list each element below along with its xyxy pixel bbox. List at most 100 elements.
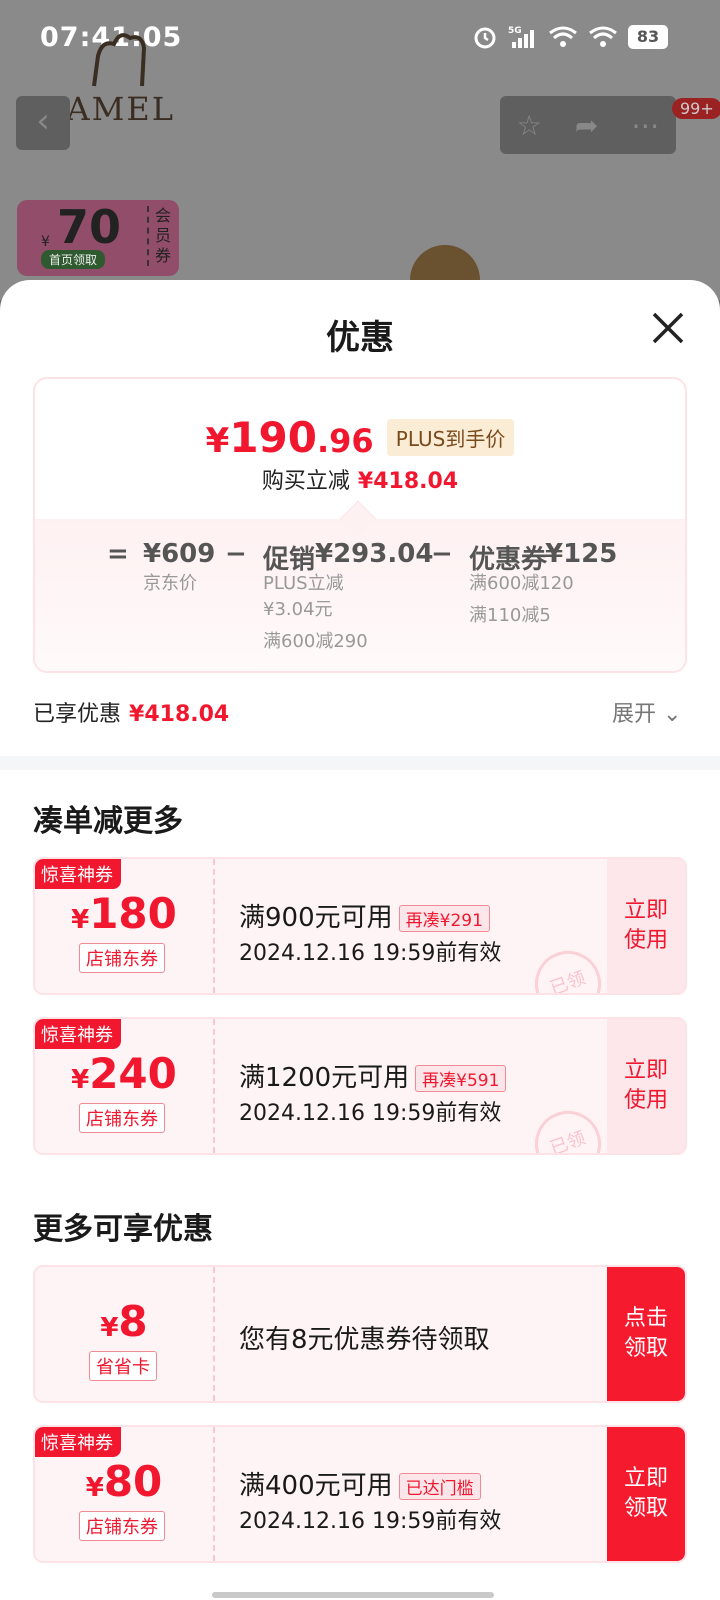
coupon-line-1: 满600减120 <box>469 573 574 594</box>
coupon-amount: ¥8 <box>35 1297 213 1346</box>
share-icon[interactable]: ➦ <box>575 109 598 142</box>
coupon-amount: ¥80 <box>35 1457 213 1506</box>
reduce-row: 购买立减 ¥418.04 <box>35 463 685 495</box>
member-coupon-banner[interactable]: ¥ 70 首页领取 会员券 <box>17 200 179 276</box>
member-coupon-tag: 首页领取 <box>41 250 106 269</box>
jd-price: ¥609 <box>143 539 216 569</box>
coupon-perforation <box>213 859 215 993</box>
price-summary: ¥190.96 PLUS到手价 购买立减 ¥418.04 <box>35 379 685 519</box>
coupon-threshold-pill: 已达门槛 <box>398 1473 481 1500</box>
coupon-flag: 惊喜神券 <box>35 1019 121 1049</box>
final-price-row: ¥190.96 PLUS到手价 <box>35 413 685 462</box>
favorite-star-icon[interactable]: ☆ <box>517 109 542 142</box>
coupon-condition: 满900元可用 再凑¥291 <box>239 897 490 934</box>
expand-label: 展开 <box>612 702 657 727</box>
alarm-icon <box>474 27 496 49</box>
plus-price-tag: PLUS到手价 <box>386 419 515 456</box>
coupon-amount: ¥125 <box>545 539 618 569</box>
use-now-button[interactable]: 立即使用 <box>607 859 685 993</box>
chevron-left-icon: ‹ <box>36 101 50 141</box>
member-coupon-side-label: 会员券 <box>147 206 171 266</box>
cart-badge: 99+ <box>672 98 720 119</box>
close-icon[interactable] <box>648 308 688 348</box>
coupon-type: 店铺东券 <box>79 943 165 973</box>
coupon-yen: ¥ <box>71 905 90 935</box>
price-breakdown-card: ¥190.96 PLUS到手价 购买立减 ¥418.04 = ¥609 京东价 −… <box>33 377 687 673</box>
battery-indicator: 83 <box>628 25 668 49</box>
coupon-perforation <box>213 1267 215 1401</box>
coupon-condition: 满1200元可用 再凑¥591 <box>239 1057 507 1094</box>
coupon-card: ¥8 省省卡 您有8元优惠券待领取 点击领取 <box>33 1265 687 1403</box>
coupon-card: ¥240 店铺东券 惊喜神券 满1200元可用 再凑¥591 2024.12.16… <box>33 1017 687 1155</box>
coupon-perforation <box>213 1019 215 1153</box>
back-button[interactable]: ‹ <box>16 96 70 150</box>
coupon-line-2: 满110减5 <box>469 605 551 626</box>
promo-line-3: 满600减290 <box>263 631 368 652</box>
coupon-validity: 2024.12.16 19:59前有效 <box>239 1101 502 1126</box>
enjoyed-discount: 已享优惠 ¥418.04 <box>33 696 229 728</box>
coupon-yen: ¥ <box>85 1473 104 1503</box>
coupon-type: 店铺东券 <box>79 1103 165 1133</box>
coupon-condition: 您有8元优惠券待领取 <box>239 1325 490 1355</box>
top-action-bar: ☆ ➦ ⋯ <box>500 96 676 154</box>
coupon-amount: ¥180 <box>35 889 213 938</box>
equals-sign: = <box>107 539 129 569</box>
expand-button[interactable]: 展开 ⌄ <box>612 696 681 728</box>
more-icon[interactable]: ⋯ <box>631 109 659 142</box>
coupon-gap-pill: 再凑¥291 <box>398 905 490 932</box>
coupon-validity: 2024.12.16 19:59前有效 <box>239 941 502 966</box>
promo-amount: ¥293.04 <box>315 539 434 569</box>
use-now-button[interactable]: 立即使用 <box>607 1019 685 1153</box>
final-price-dec: .96 <box>317 422 374 460</box>
coupon-type: 店铺东券 <box>79 1511 165 1541</box>
home-indicator[interactable] <box>212 1592 494 1598</box>
coupon-gap-pill: 再凑¥591 <box>415 1065 507 1092</box>
coupon-value: 180 <box>89 889 177 938</box>
use-now-label: 立即使用 <box>623 1058 668 1113</box>
coupon-perforation <box>213 1427 215 1561</box>
coupon-flag: 惊喜神券 <box>35 859 121 889</box>
member-coupon-amount: 70 <box>57 200 122 254</box>
coupon-value: 8 <box>118 1297 148 1346</box>
coupon-type: 省省卡 <box>89 1351 157 1381</box>
final-price: ¥190.96 <box>206 413 374 462</box>
use-now-label: 立即使用 <box>623 898 668 953</box>
claim-label: 点击领取 <box>623 1306 668 1361</box>
coupon-yen: ¥ <box>100 1313 119 1343</box>
coupon-card: ¥80 店铺东券 惊喜神券 满400元可用 已达门槛 2024.12.16 19:… <box>33 1425 687 1563</box>
chevron-down-icon: ⌄ <box>663 702 682 727</box>
coupon-yen: ¥ <box>71 1065 90 1095</box>
jd-price-label: 京东价 <box>143 573 197 594</box>
claimed-stamp: 已领 <box>525 1101 611 1153</box>
price-calculation: = ¥609 京东价 − 促销 ¥293.04 PLUS立减 ¥3.04元 满6… <box>35 500 685 671</box>
claim-button[interactable]: 点击领取 <box>607 1267 685 1401</box>
coupon-validity: 2024.12.16 19:59前有效 <box>239 1509 502 1534</box>
cellular-signal-icon: 5G <box>508 26 534 48</box>
sheet-title: 优惠 <box>326 318 394 358</box>
coupon-value: 80 <box>103 1457 163 1506</box>
discount-sheet: 优惠 ¥190.96 PLUS到手价 购买立减 ¥418.04 = ¥609 京东… <box>0 280 720 1600</box>
svg-text:5G: 5G <box>508 26 522 36</box>
coupon-flag: 惊喜神券 <box>35 1427 121 1457</box>
camel-logo-icon <box>92 33 147 87</box>
section-title-more-savings: 凑单减更多 <box>33 804 183 839</box>
reduce-amount: ¥418.04 <box>357 469 459 494</box>
enjoyed-amount: ¥418.04 <box>129 702 230 727</box>
section-title-more-offers: 更多可享优惠 <box>33 1212 213 1247</box>
claimed-stamp: 已领 <box>525 941 611 993</box>
promo-line-2: ¥3.04元 <box>263 599 333 620</box>
coupon-condition-text: 满400元可用 <box>239 1471 393 1501</box>
minus-sign-2: − <box>431 539 453 569</box>
coupon-value: 240 <box>89 1049 177 1098</box>
coupon-condition-text: 满1200元可用 <box>239 1063 410 1093</box>
coupon-card: ¥180 店铺东券 惊喜神券 满900元可用 再凑¥291 2024.12.16 … <box>33 857 687 995</box>
claim-button[interactable]: 立即领取 <box>607 1427 685 1561</box>
member-coupon-yen: ¥ <box>41 234 50 250</box>
final-price-yen: ¥ <box>205 421 230 461</box>
coupon-amount: ¥240 <box>35 1049 213 1098</box>
coupon-condition-text: 满900元可用 <box>239 903 393 933</box>
promo-line-1: PLUS立减 <box>263 573 344 594</box>
status-icons: 5G 83 <box>472 24 668 50</box>
minus-sign-1: − <box>225 539 247 569</box>
enjoyed-label: 已享优惠 <box>33 702 122 727</box>
